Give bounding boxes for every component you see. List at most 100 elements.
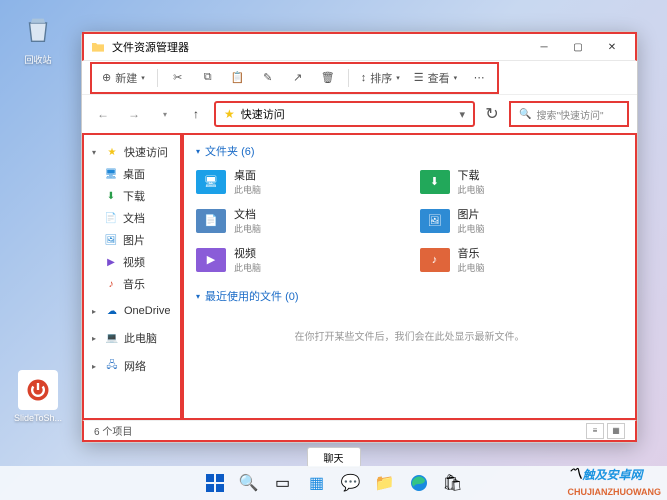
recent-empty-message: 在你打开某些文件后，我们会在此处显示最新文件。 (196, 312, 623, 359)
pc-icon: 💻 (105, 331, 119, 345)
address-row: ← → ▾ ↑ ★ 快速访问 ▾ ↻ 🔍 搜索"快速访问" (82, 95, 637, 133)
share-icon: ↗ (293, 71, 302, 84)
chat-icon: 💬 (341, 473, 361, 493)
chevron-down-icon: ▾ (459, 108, 465, 121)
address-label: 快速访问 (241, 106, 285, 122)
taskview-button[interactable]: ▭ (268, 468, 298, 498)
star-icon: ★ (224, 107, 235, 121)
folder-item-desktop[interactable]: 🖥桌面此电脑 (196, 167, 400, 196)
sort-icon: ↕ (361, 72, 367, 84)
sort-button[interactable]: ↕排序▾ (355, 66, 406, 90)
videos-folder-icon: ▶ (196, 248, 226, 272)
folder-icon: 📁 (375, 473, 395, 493)
widgets-button[interactable]: ▦ (302, 468, 332, 498)
desktop-icon: 🖥 (104, 167, 118, 181)
documents-folder-icon: 📄 (196, 209, 226, 233)
status-count: 6 个项目 (94, 423, 132, 438)
sidebar-item-network[interactable]: ▸🖧网络 (88, 355, 176, 377)
sidebar-item-documents[interactable]: 📄文档 (88, 207, 176, 229)
paste-button[interactable]: 📋 (224, 66, 252, 90)
video-icon: ▶ (104, 255, 118, 269)
close-button[interactable]: ✕ (595, 34, 629, 60)
paste-icon: 📋 (231, 71, 245, 84)
folders-section-header[interactable]: ▾文件夹 (6) (196, 143, 623, 159)
plus-icon: ⊕ (102, 71, 111, 84)
maximize-button[interactable]: ▢ (561, 34, 595, 60)
chevron-down-icon: ▾ (196, 147, 200, 156)
explorer-button[interactable]: 📁 (370, 468, 400, 498)
edge-button[interactable] (404, 468, 434, 498)
music-icon: ♪ (104, 277, 118, 291)
chat-tooltip: 聊天 (307, 447, 361, 468)
search-input[interactable]: 🔍 搜索"快速访问" (509, 101, 629, 127)
titlebar[interactable]: 文件资源管理器 ─ ▢ ✕ (82, 32, 637, 61)
search-icon: 🔍 (239, 473, 259, 493)
refresh-button[interactable]: ↻ (480, 102, 504, 126)
widgets-icon: ▦ (309, 473, 324, 493)
cut-button[interactable]: ✂ (164, 66, 192, 90)
rename-icon: ✎ (263, 71, 272, 84)
search-icon: 🔍 (519, 109, 531, 120)
music-folder-icon: ♪ (420, 248, 450, 272)
sidebar-item-videos[interactable]: ▶视频 (88, 251, 176, 273)
sidebar-item-desktop[interactable]: 🖥桌面 (88, 163, 176, 185)
chevron-down-icon[interactable]: ▾ (152, 101, 178, 127)
window-title: 文件资源管理器 (112, 39, 527, 55)
store-button[interactable]: 🛍 (438, 468, 468, 498)
start-button[interactable] (200, 468, 230, 498)
desktop-icon-slidetosh[interactable]: SlideToSh... (8, 370, 68, 423)
taskview-icon: ▭ (275, 473, 290, 493)
sidebar-item-onedrive[interactable]: ▸☁OneDrive (88, 301, 176, 321)
store-icon: 🛍 (442, 473, 462, 493)
sidebar-item-downloads[interactable]: ⬇下载 (88, 185, 176, 207)
download-icon: ⬇ (104, 189, 118, 203)
view-icon: ☰ (414, 71, 424, 84)
folder-item-downloads[interactable]: ⬇下载此电脑 (420, 167, 624, 196)
chevron-down-icon: ▾ (196, 292, 200, 301)
address-bar[interactable]: ★ 快速访问 ▾ (214, 101, 475, 127)
search-button[interactable]: 🔍 (234, 468, 264, 498)
desktop-folder-icon: 🖥 (196, 170, 226, 194)
star-icon: ★ (105, 145, 119, 159)
desktop-icon-label: SlideToSh... (8, 413, 68, 423)
sidebar-item-music[interactable]: ♪音乐 (88, 273, 176, 295)
pictures-folder-icon: 🖼 (420, 209, 450, 233)
delete-button[interactable]: 🗑 (314, 66, 342, 90)
share-button[interactable]: ↗ (284, 66, 312, 90)
folder-item-documents[interactable]: 📄文档此电脑 (196, 206, 400, 235)
folder-icon (90, 39, 106, 55)
more-button[interactable]: ⋯ (465, 66, 493, 90)
icons-view-button[interactable]: ▦ (607, 423, 625, 439)
recent-section-header[interactable]: ▾最近使用的文件 (0) (196, 288, 623, 304)
document-icon: 📄 (104, 211, 118, 225)
view-button[interactable]: ☰查看▾ (408, 66, 463, 90)
folder-item-pictures[interactable]: 🖼图片此电脑 (420, 206, 624, 235)
details-view-button[interactable]: ≡ (586, 423, 604, 439)
sidebar-item-quick[interactable]: ▾★快速访问 (88, 141, 176, 163)
sidebar-item-pictures[interactable]: 🖼图片 (88, 229, 176, 251)
forward-button[interactable]: → (121, 101, 147, 127)
desktop-icon-label: 回收站 (8, 53, 68, 66)
folder-item-videos[interactable]: ▶视频此电脑 (196, 245, 400, 274)
rename-button[interactable]: ✎ (254, 66, 282, 90)
chat-button[interactable]: 💬 (336, 468, 366, 498)
minimize-button[interactable]: ─ (527, 34, 561, 60)
toolbar: ⊕新建▾ ✂ ⧉ 📋 ✎ ↗ 🗑 ↕排序▾ ☰查看▾ ⋯ (82, 61, 637, 95)
back-button[interactable]: ← (90, 101, 116, 127)
status-bar: 6 个项目 ≡ ▦ (82, 420, 637, 442)
up-button[interactable]: ↑ (183, 101, 209, 127)
trash-icon: 🗑 (321, 71, 335, 84)
downloads-folder-icon: ⬇ (420, 170, 450, 194)
cloud-icon: ☁ (105, 304, 119, 318)
desktop-icon-recycle[interactable]: 回收站 (8, 10, 68, 66)
copy-button[interactable]: ⧉ (194, 66, 222, 90)
recycle-bin-icon (18, 10, 58, 50)
copy-icon: ⧉ (204, 71, 212, 84)
folder-item-music[interactable]: ♪音乐此电脑 (420, 245, 624, 274)
picture-icon: 🖼 (104, 233, 118, 247)
new-button[interactable]: ⊕新建▾ (96, 66, 151, 90)
content-area: ▾文件夹 (6) 🖥桌面此电脑 ⬇下载此电脑 📄文档此电脑 🖼图片此电脑 ▶视频… (182, 133, 637, 420)
sidebar-item-thispc[interactable]: ▸💻此电脑 (88, 327, 176, 349)
sidebar: ▾★快速访问 🖥桌面 ⬇下载 📄文档 🖼图片 ▶视频 ♪音乐 ▸☁OneDriv… (82, 133, 182, 420)
more-icon: ⋯ (474, 71, 485, 84)
